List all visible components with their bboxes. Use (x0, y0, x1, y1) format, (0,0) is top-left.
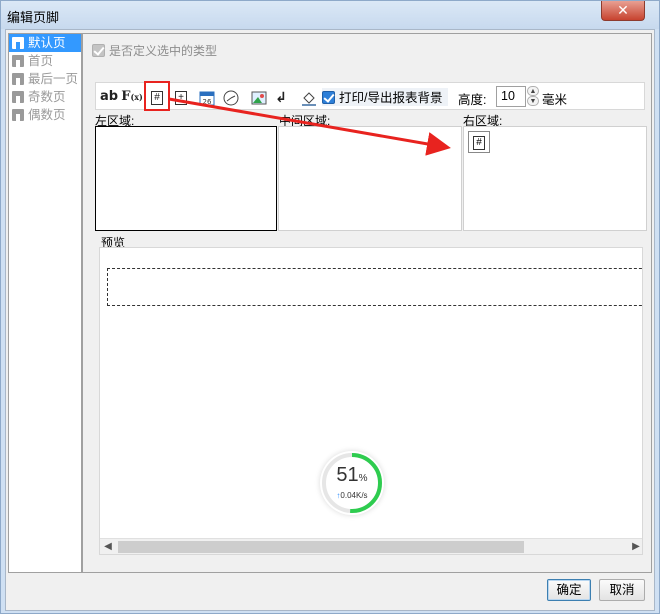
gauge-percent-sign: % (358, 473, 368, 484)
close-button[interactable]: ✕ (601, 1, 645, 21)
print-background-checkbox[interactable] (322, 91, 335, 105)
clock-icon (223, 90, 239, 106)
page-icon (12, 109, 24, 121)
height-input[interactable]: 10 (496, 86, 526, 107)
network-speed-gauge: 51% ↑0.04K/s (320, 451, 384, 515)
page-type-label: 最后一页 (28, 72, 79, 86)
preview-area: 51% ↑0.04K/s ◀ ▶ (99, 247, 643, 555)
inserted-page-number-element[interactable]: # (468, 131, 490, 153)
custom-type-option[interactable]: 是否定义选中的类型 (92, 42, 217, 58)
page-type-default[interactable]: 默认页 (9, 34, 81, 52)
page-type-first[interactable]: 首页 (9, 52, 81, 70)
insert-page-number-button[interactable]: # (146, 86, 168, 108)
page-number-icon: # (473, 135, 485, 150)
custom-type-label: 是否定义选中的类型 (109, 43, 218, 58)
gauge-speed: ↑0.04K/s (320, 491, 384, 500)
paint-bucket-icon (302, 92, 316, 106)
calendar-day: 26 (203, 98, 212, 106)
spinner-down-icon[interactable]: ▼ (527, 96, 539, 106)
scrollbar-thumb[interactable] (118, 541, 524, 553)
page-type-odd[interactable]: 奇数页 (9, 88, 81, 106)
custom-type-checkbox[interactable] (92, 44, 105, 58)
insert-date-button[interactable]: 26 (196, 86, 218, 108)
page-type-label: 默认页 (28, 36, 66, 50)
gauge-speed-value: 0.04K/s (340, 491, 368, 500)
ok-button[interactable]: 确定 (547, 579, 591, 601)
line-break-icon[interactable]: ↲ (270, 86, 292, 108)
edit-footer-dialog: 编辑页脚 ✕ 默认页 首页 最后一页 奇数页 偶数页 是否定义选中的类型 ab … (0, 0, 660, 614)
page-icon (12, 91, 24, 103)
height-unit-label: 毫米 (542, 93, 568, 107)
page-type-label: 偶数页 (28, 108, 66, 122)
page-type-even[interactable]: 偶数页 (9, 106, 81, 124)
height-spinner[interactable]: ▲ ▼ (527, 86, 539, 107)
left-region-editor[interactable] (95, 126, 277, 231)
cancel-button[interactable]: 取消 (599, 579, 645, 601)
page-icon (12, 73, 24, 85)
insert-text-button[interactable]: ab (98, 86, 120, 108)
footer-editor-panel: 是否定义选中的类型 ab F(x) # + 26 ↲ 打印/导出报表背景 高度:… (82, 33, 652, 573)
page-number-icon: # (151, 90, 163, 105)
page-type-label: 奇数页 (28, 90, 66, 104)
right-region-editor[interactable]: # (463, 126, 647, 231)
insert-time-button[interactable] (220, 86, 242, 108)
background-button[interactable] (298, 86, 320, 108)
insert-formula-button[interactable]: F(x) (121, 86, 143, 108)
title-bar: 编辑页脚 ✕ (1, 1, 659, 29)
calendar-icon: 26 (199, 91, 215, 106)
print-background-option[interactable]: 打印/导出报表背景 (322, 88, 449, 106)
middle-region-editor[interactable] (278, 126, 462, 231)
page-icon (12, 37, 24, 49)
image-icon (251, 91, 267, 105)
print-background-label: 打印/导出报表背景 (339, 90, 443, 105)
page-icon (12, 55, 24, 67)
insert-total-pages-button[interactable]: + (170, 86, 192, 108)
page-type-list: 默认页 首页 最后一页 奇数页 偶数页 (8, 33, 82, 573)
dialog-title: 编辑页脚 (7, 10, 60, 25)
page-type-label: 首页 (28, 54, 54, 68)
scroll-left-icon[interactable]: ◀ (100, 539, 116, 554)
footer-toolbar: ab F(x) # + 26 ↲ 打印/导出报表背景 高度: 10 ▲ ▼ 毫米 (95, 81, 645, 111)
spinner-up-icon[interactable]: ▲ (527, 86, 539, 96)
dialog-body: 默认页 首页 最后一页 奇数页 偶数页 是否定义选中的类型 ab F(x) # … (5, 29, 655, 611)
scroll-right-icon[interactable]: ▶ (628, 539, 642, 554)
insert-image-button[interactable] (248, 86, 270, 108)
height-label: 高度: (458, 93, 487, 107)
footer-preview-outline (107, 268, 642, 306)
gauge-percent: 51% (320, 464, 384, 487)
total-pages-icon: + (175, 90, 187, 105)
formula-sub-label: (x) (130, 92, 143, 102)
page-type-last[interactable]: 最后一页 (9, 70, 81, 88)
gauge-percent-value: 51 (336, 464, 359, 486)
preview-horizontal-scrollbar[interactable]: ◀ ▶ (100, 538, 642, 554)
